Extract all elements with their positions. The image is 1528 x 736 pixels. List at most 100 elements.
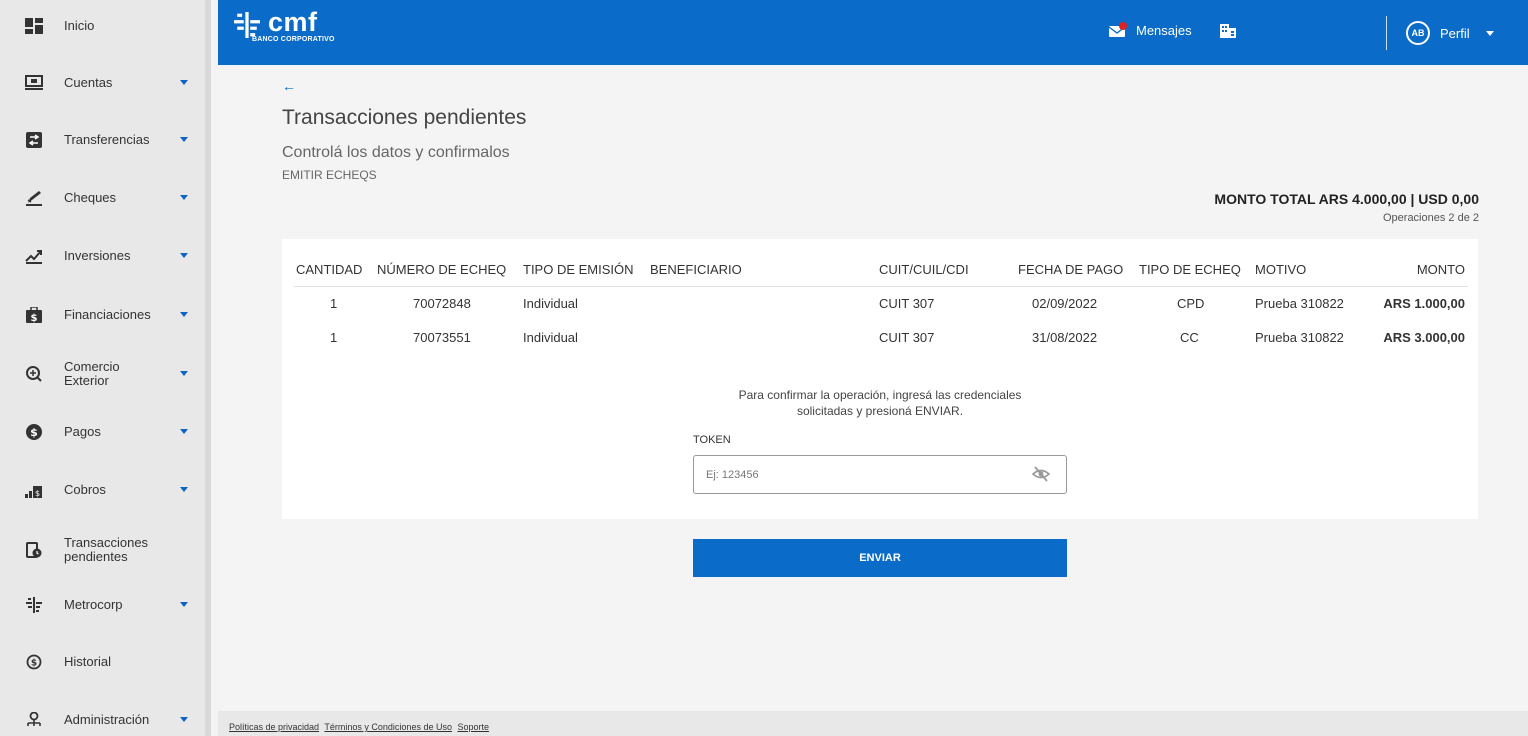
sidebar-item-transferencias[interactable]: Transferencias <box>0 120 205 160</box>
terms-link[interactable]: Términos y Condiciones de Uso <box>324 722 452 732</box>
administration-icon <box>24 710 44 730</box>
messages-button[interactable]: Mensajes <box>1108 22 1192 38</box>
sidebar-item-historial[interactable]: $ Historial <box>0 642 205 682</box>
col-header-cuit: CUIT/CUIL/CDI <box>879 262 969 277</box>
sidebar-item-administracion[interactable]: Administración <box>0 700 205 736</box>
sidebar-item-label: Transacciones pendientes <box>64 535 149 564</box>
sidebar-item-label: Comercio Exterior <box>64 359 120 388</box>
sidebar-item-transacciones-pendientes[interactable]: Transacciones pendientes <box>0 527 205 573</box>
profile-menu[interactable]: AB Perfil <box>1406 21 1494 45</box>
chevron-down-icon <box>180 137 188 142</box>
col-header-motivo: MOTIVO <box>1255 262 1307 277</box>
sidebar-item-metrocorp[interactable]: Metrocorp <box>0 585 205 625</box>
sidebar-item-cuentas[interactable]: Cuentas <box>0 63 205 103</box>
sidebar-item-label: Metrocorp <box>64 597 123 612</box>
cell-tipo-echeq: CPD <box>1177 296 1205 311</box>
cell-cantidad: 1 <box>330 296 338 311</box>
chevron-down-icon <box>180 717 188 722</box>
logo-text: cmf <box>268 7 318 37</box>
chevron-down-icon <box>1485 30 1494 36</box>
confirm-instructions: Para confirmar la operación, ingresá las… <box>680 387 1080 419</box>
sidebar-item-label: Transferencias <box>64 132 150 147</box>
sidebar-item-label: Cuentas <box>64 75 113 90</box>
chevron-down-icon <box>180 80 188 85</box>
sidebar: Inicio Cuentas Transferencias Cheques In… <box>0 0 211 736</box>
cell-motivo: Prueba 310822 <box>1255 330 1344 345</box>
building-icon <box>1220 24 1236 38</box>
profile-label: Perfil <box>1440 25 1470 41</box>
token-field <box>693 455 1067 494</box>
sidebar-item-cobros[interactable]: $ Cobros <box>0 470 205 510</box>
messages-label: Mensajes <box>1136 22 1192 38</box>
chevron-down-icon <box>180 487 188 492</box>
payments-icon: $ <box>24 422 44 442</box>
cell-numero: 70072848 <box>413 296 471 311</box>
sidebar-item-cheques[interactable]: Cheques <box>0 178 205 218</box>
sidebar-item-label: Cobros <box>64 482 106 497</box>
cell-cantidad: 1 <box>330 330 338 345</box>
collections-icon: $ <box>24 480 44 500</box>
col-header-numero: NÚMERO DE ECHEQ <box>377 262 507 277</box>
svg-text:$: $ <box>31 313 38 323</box>
sidebar-item-inversiones[interactable]: Inversiones <box>0 236 205 276</box>
col-header-fecha: FECHA DE PAGO <box>1018 262 1124 277</box>
cell-tipo-emision: Individual <box>523 296 578 311</box>
cmf-logo-icon <box>234 12 260 38</box>
sidebar-item-comercio-exterior[interactable]: Comercio Exterior <box>0 354 205 394</box>
logo[interactable]: cmf <box>234 8 318 38</box>
chevron-down-icon <box>180 602 188 607</box>
sidebar-item-label: Historial <box>64 654 111 669</box>
page-subtitle: Controlá los datos y confirmalos <box>282 144 510 161</box>
token-input[interactable] <box>694 456 1024 493</box>
cell-cuit: CUIT 307 <box>879 296 935 311</box>
cell-monto: ARS 1.000,00 <box>1383 296 1465 311</box>
financing-icon: $ <box>24 305 44 325</box>
dashboard-icon <box>24 16 44 36</box>
col-header-tipo-emision: TIPO DE EMISIÓN <box>523 262 634 277</box>
foreign-trade-icon <box>24 364 44 384</box>
transfer-icon <box>24 130 44 150</box>
chevron-down-icon <box>180 371 188 376</box>
sidebar-item-inicio[interactable]: Inicio <box>0 6 205 46</box>
sidebar-item-financiaciones[interactable]: $ Financiaciones <box>0 295 205 335</box>
send-button[interactable]: ENVIAR <box>693 539 1067 577</box>
logo-subtitle: BANCO CORPORATIVO <box>252 36 335 43</box>
total-value: ARS 4.000,00 | USD 0,00 <box>1318 191 1479 207</box>
sidebar-item-label: Cheques <box>64 190 117 205</box>
page-title: Transacciones pendientes <box>282 106 527 129</box>
svg-text:$: $ <box>30 426 38 439</box>
eye-off-icon[interactable] <box>1031 466 1051 487</box>
sidebar-item-label: Financiaciones <box>64 307 151 322</box>
company-button[interactable] <box>1220 22 1236 43</box>
header-divider <box>1386 16 1387 50</box>
footer: Políticas de privacidad Términos y Condi… <box>218 711 1528 736</box>
sidebar-item-label: Inversiones <box>64 248 131 263</box>
top-header: cmf BANCO CORPORATIVO Mensajes AB Perfil <box>218 0 1528 65</box>
col-header-cantidad: CANTIDAD <box>296 262 363 277</box>
chevron-down-icon <box>180 195 188 200</box>
token-label: TOKEN <box>693 434 731 446</box>
cell-fecha: 31/08/2022 <box>1032 330 1098 345</box>
cell-tipo-echeq: CC <box>1180 330 1199 345</box>
support-link[interactable]: Soporte <box>457 722 489 732</box>
total-label: MONTO TOTAL <box>1214 191 1316 207</box>
privacy-policy-link[interactable]: Políticas de privacidad <box>229 722 319 732</box>
sidebar-item-pagos[interactable]: $ Pagos <box>0 412 205 452</box>
total-amount: MONTO TOTAL ARS 4.000,00 | USD 0,00 <box>1214 191 1479 207</box>
cheque-icon <box>24 188 44 208</box>
cell-motivo: Prueba 310822 <box>1255 296 1344 311</box>
col-header-monto: MONTO <box>1416 262 1465 277</box>
sidebar-item-label: Inicio <box>64 18 95 33</box>
svg-text:$: $ <box>31 659 37 669</box>
table-divider <box>294 286 1468 287</box>
chevron-down-icon <box>180 429 188 434</box>
confirm-line-1: Para confirmar la operación, ingresá las… <box>738 388 1022 402</box>
investment-icon <box>24 246 44 266</box>
cell-numero: 70073551 <box>413 330 471 345</box>
cell-monto: ARS 3.000,00 <box>1383 330 1465 345</box>
cell-tipo-emision: Individual <box>523 330 578 345</box>
col-header-beneficiario: BENEFICIARIO <box>650 262 742 277</box>
svg-text:$: $ <box>35 489 40 498</box>
back-arrow-icon[interactable]: ← <box>282 78 296 94</box>
sidebar-item-label: Pagos <box>64 424 101 439</box>
